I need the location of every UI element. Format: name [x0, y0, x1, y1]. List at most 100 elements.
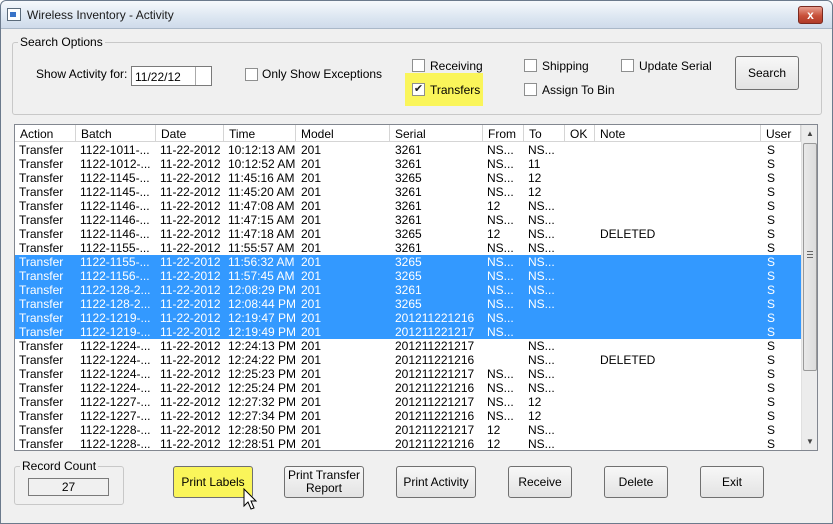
only-exceptions-checkbox[interactable] — [245, 68, 258, 81]
col-header-time[interactable]: Time — [224, 125, 296, 142]
scroll-down-icon[interactable]: ▼ — [802, 433, 817, 450]
cell-batch: 1122-1155-... — [80, 241, 150, 255]
col-header-action[interactable]: Action — [15, 125, 76, 142]
table-row[interactable]: Transfer 1122-1224-... 11-22-2012 12:24:13 … — [15, 339, 801, 353]
cell-time: 11:45:16 AM — [228, 171, 295, 185]
cell-serial: 201211221216 — [395, 381, 475, 395]
cell-batch: 1122-1228-... — [80, 437, 151, 451]
receive-button[interactable]: Receive — [508, 466, 572, 498]
delete-button[interactable]: Delete — [604, 466, 668, 498]
col-header-to[interactable]: To — [524, 125, 565, 142]
col-header-user[interactable]: User — [761, 125, 801, 142]
activity-grid[interactable]: Action Batch Date Time Model Serial From… — [14, 124, 818, 451]
exit-button[interactable]: Exit — [700, 466, 764, 498]
vertical-scrollbar[interactable]: ▲ ▼ — [801, 125, 817, 450]
table-row[interactable]: Transfer 1122-1145-... 11-22-2012 11:45:20 … — [15, 185, 801, 199]
print-labels-button[interactable]: Print Labels — [173, 466, 253, 498]
cell-action: Transfer — [19, 171, 64, 185]
table-row[interactable]: Transfer 1122-1219-... 11-22-2012 12:19:47 … — [15, 311, 801, 325]
col-header-from[interactable]: From — [483, 125, 524, 142]
record-count-value: 27 — [28, 478, 109, 496]
assign-to-bin-checkbox[interactable] — [524, 83, 537, 96]
scroll-up-icon[interactable]: ▲ — [802, 125, 817, 142]
table-row[interactable]: Transfer 1122-1146-... 11-22-2012 11:47:08 … — [15, 199, 801, 213]
cell-serial: 3261 — [395, 185, 422, 199]
title-bar[interactable]: Wireless Inventory - Activity x — [1, 1, 832, 29]
cell-ok — [569, 381, 594, 395]
col-header-note[interactable]: Note — [595, 125, 761, 142]
cell-note — [600, 199, 760, 213]
col-header-batch[interactable]: Batch — [76, 125, 156, 142]
cell-batch: 1122-1146-... — [80, 213, 150, 227]
grid-header: Action Batch Date Time Model Serial From… — [15, 125, 801, 142]
date-dropdown-button[interactable] — [195, 67, 211, 85]
cell-from: NS... — [487, 269, 514, 283]
cell-action: Transfer — [19, 185, 64, 199]
table-row[interactable]: Transfer 1122-1224-... 11-22-2012 12:25:24 … — [15, 381, 801, 395]
cell-user: S — [767, 409, 776, 423]
table-row[interactable]: Transfer 1122-1224-... 11-22-2012 12:25:23 … — [15, 367, 801, 381]
table-row[interactable]: Transfer 1122-1227-... 11-22-2012 12:27:34 … — [15, 409, 801, 423]
shipping-checkbox[interactable] — [524, 59, 537, 72]
table-row[interactable]: Transfer 1122-1146-... 11-22-2012 11:47:15 … — [15, 213, 801, 227]
receiving-checkbox[interactable] — [412, 59, 425, 72]
cell-note — [600, 283, 760, 297]
close-button[interactable]: x — [798, 6, 823, 24]
cell-action: Transfer — [19, 269, 64, 283]
table-row[interactable]: Transfer 1122-1228-... 11-22-2012 12:28:51 … — [15, 437, 801, 451]
cell-to: NS... — [528, 213, 555, 227]
col-header-date[interactable]: Date — [156, 125, 224, 142]
table-row[interactable]: Transfer 1122-1146-... 11-22-2012 11:47:18 … — [15, 227, 801, 241]
cell-time: 11:47:15 AM — [228, 213, 295, 227]
table-row[interactable]: Transfer 1122-1156-... 11-22-2012 11:57:45 … — [15, 269, 801, 283]
date-field[interactable]: 11/22/12 — [131, 66, 212, 86]
transfers-label: Transfers — [430, 83, 481, 97]
update-serial-checkbox[interactable] — [621, 59, 634, 72]
cell-from: NS... — [487, 157, 514, 171]
table-row[interactable]: Transfer 1122-1155-... 11-22-2012 11:56:32 … — [15, 255, 801, 269]
table-row[interactable]: Transfer 1122-128-2... 11-22-2012 12:08:29 … — [15, 283, 801, 297]
cell-note — [600, 269, 760, 283]
cell-time: 10:12:13 AM — [228, 143, 295, 157]
cell-time: 12:25:24 PM — [228, 381, 295, 395]
activity-window: Wireless Inventory - Activity x Search O… — [0, 0, 833, 524]
cell-note — [600, 437, 760, 450]
search-button[interactable]: Search — [735, 56, 799, 90]
cell-time: 12:28:51 PM — [228, 437, 295, 451]
mouse-cursor-icon — [243, 488, 258, 510]
cell-note — [600, 311, 760, 325]
cell-time: 12:19:47 PM — [228, 311, 295, 325]
col-header-ok[interactable]: OK — [565, 125, 595, 142]
table-row[interactable]: Transfer 1122-1155-... 11-22-2012 11:55:57 … — [15, 241, 801, 255]
table-row[interactable]: Transfer 1122-1145-... 11-22-2012 11:45:16 … — [15, 171, 801, 185]
col-header-serial[interactable]: Serial — [390, 125, 483, 142]
cell-serial: 201211221217 — [395, 339, 475, 353]
table-row[interactable]: Transfer 1122-1227-... 11-22-2012 12:27:32 … — [15, 395, 801, 409]
transfers-checkbox[interactable]: ✔ — [412, 83, 425, 96]
table-row[interactable]: Transfer 1122-1219-... 11-22-2012 12:19:49 … — [15, 325, 801, 339]
table-row[interactable]: Transfer 1122-1012-... 11-22-2012 10:12:52 … — [15, 157, 801, 171]
cell-user: S — [767, 213, 776, 227]
cell-to: NS... — [528, 269, 555, 283]
table-row[interactable]: Transfer 1122-1011-... 11-22-2012 10:12:13 … — [15, 143, 801, 157]
cell-batch: 1122-1227-... — [80, 409, 151, 423]
cell-serial: 201211221217 — [395, 367, 475, 381]
cell-date: 11-22-2012 — [160, 381, 221, 395]
scroll-thumb[interactable] — [803, 143, 817, 371]
table-row[interactable]: Transfer 1122-1224-... 11-22-2012 12:24:22 … — [15, 353, 801, 367]
cell-model: 201 — [301, 353, 322, 367]
cell-date: 11-22-2012 — [160, 395, 221, 409]
print-activity-button[interactable]: Print Activity — [396, 466, 476, 498]
cell-action: Transfer — [19, 409, 64, 423]
cell-model: 201 — [301, 185, 322, 199]
cell-action: Transfer — [19, 241, 64, 255]
col-header-model[interactable]: Model — [296, 125, 390, 142]
table-row[interactable]: Transfer 1122-128-2... 11-22-2012 12:08:44 … — [15, 297, 801, 311]
cell-user: S — [767, 339, 776, 353]
cell-model: 201 — [301, 143, 322, 157]
print-transfer-report-button[interactable]: Print Transfer Report — [284, 466, 364, 498]
cell-from: NS... — [487, 283, 514, 297]
table-row[interactable]: Transfer 1122-1228-... 11-22-2012 12:28:50 … — [15, 423, 801, 437]
cell-note — [600, 241, 760, 255]
cell-time: 12:27:34 PM — [228, 409, 295, 423]
